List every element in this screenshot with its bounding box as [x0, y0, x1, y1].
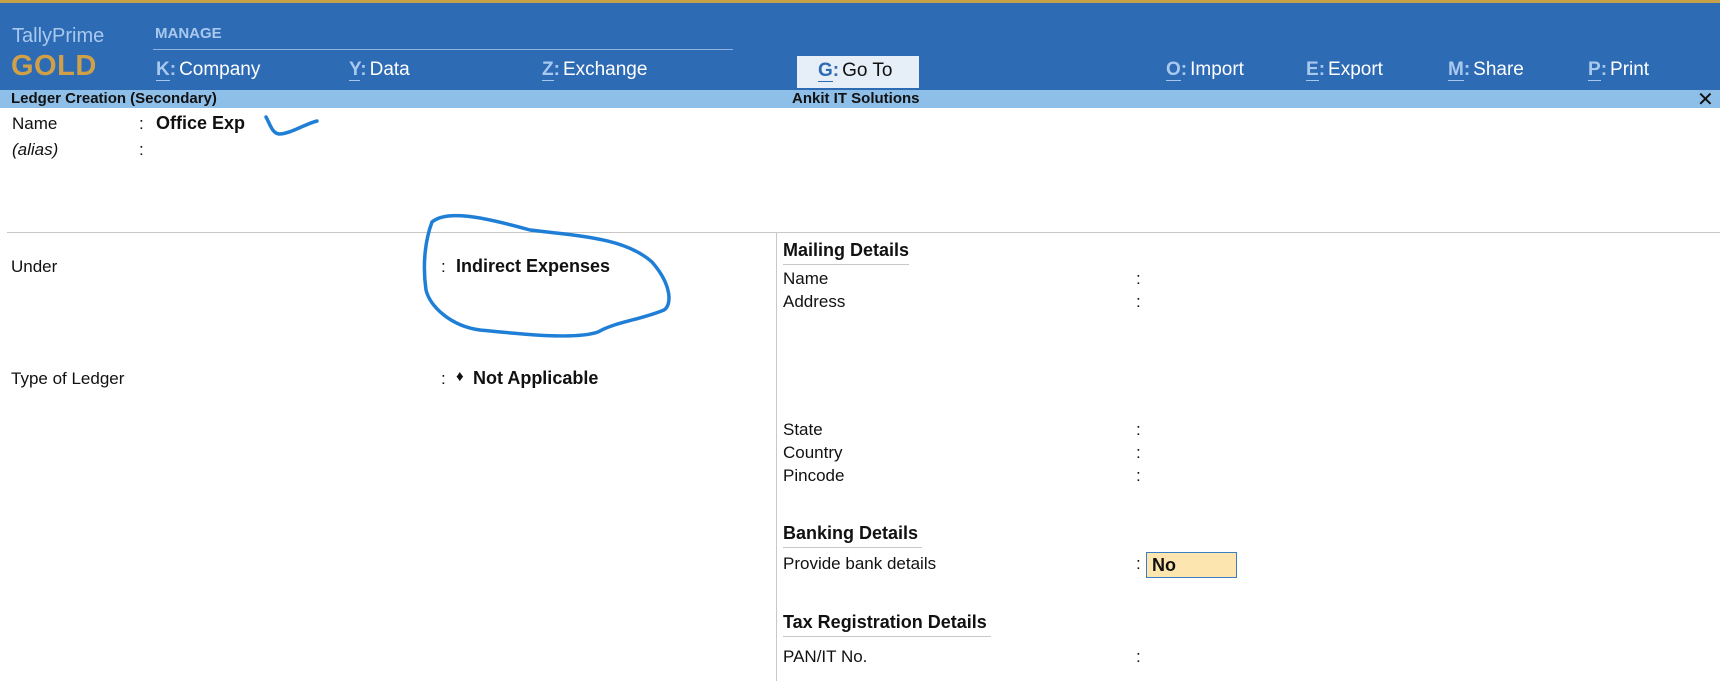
- menu-company-key: K: [156, 59, 170, 81]
- menu-data-key: Y: [349, 59, 361, 81]
- menu-export-label: Export: [1328, 59, 1383, 80]
- type-of-ledger-colon: :: [441, 369, 446, 388]
- banking-details-heading: Banking Details: [783, 523, 923, 548]
- mailing-country-colon: :: [1136, 443, 1141, 462]
- menu-print[interactable]: P: Print: [1588, 59, 1649, 87]
- menu-print-label: Print: [1610, 59, 1650, 80]
- manage-divider: [153, 49, 733, 50]
- menu-import-key: O: [1166, 59, 1181, 81]
- product-edition: GOLD: [11, 50, 97, 82]
- menu-data-label: Data: [369, 59, 410, 80]
- menu-exchange-label: Exchange: [562, 59, 648, 80]
- pan-it-no-label: PAN/IT No.: [783, 647, 868, 666]
- menu-exchange-key: Z: [542, 59, 554, 81]
- mailing-country-label: Country: [783, 443, 843, 462]
- menu-company[interactable]: K: Company: [156, 59, 260, 87]
- provide-bank-details-field[interactable]: No: [1146, 552, 1237, 578]
- column-divider: [776, 233, 777, 681]
- product-name: TallyPrime: [12, 25, 105, 47]
- form-title: Ledger Creation (Secondary): [11, 90, 217, 107]
- provide-bank-details-label: Provide bank details: [783, 554, 937, 573]
- menu-data[interactable]: Y: Data: [349, 59, 410, 87]
- mailing-state-colon: :: [1136, 420, 1141, 439]
- provide-bank-details-colon: :: [1136, 554, 1141, 573]
- menu-import-label: Import: [1190, 59, 1244, 80]
- company-name: Ankit IT Solutions: [792, 90, 920, 107]
- menu-import[interactable]: O: Import: [1166, 59, 1244, 87]
- alias-colon: :: [139, 140, 144, 159]
- top-menu-bar: TallyPrime GOLD MANAGE K: Company Y: Data …: [0, 0, 1720, 90]
- mailing-pincode-label: Pincode: [783, 466, 845, 485]
- alias-field[interactable]: [156, 140, 656, 160]
- menu-export-key: E: [1306, 59, 1319, 81]
- screen-title-bar: Ledger Creation (Secondary) Ankit IT Sol…: [0, 89, 1720, 111]
- go-to-key: G: [818, 60, 833, 82]
- menu-share[interactable]: M: Share: [1448, 59, 1524, 87]
- pan-it-no-colon: :: [1136, 647, 1141, 666]
- close-icon[interactable]: ✕: [1697, 87, 1714, 112]
- name-field[interactable]: Office Exp: [156, 113, 245, 134]
- name-colon: :: [139, 114, 144, 133]
- tax-registration-heading: Tax Registration Details: [783, 612, 991, 637]
- type-of-ledger-field[interactable]: Not Applicable: [473, 368, 598, 389]
- checkmark-annotation: [264, 115, 319, 136]
- menu-company-label: Company: [179, 59, 261, 80]
- mailing-address-label: Address: [783, 292, 846, 311]
- mailing-details-heading: Mailing Details: [783, 240, 910, 265]
- form-divider: [7, 232, 1720, 233]
- mailing-name-colon: :: [1136, 269, 1141, 288]
- under-label: Under: [11, 257, 58, 276]
- diamond-bullet-icon: ♦: [456, 368, 464, 385]
- mailing-name-label: Name: [783, 269, 829, 288]
- menu-share-label: Share: [1473, 59, 1524, 80]
- mailing-state-label: State: [783, 420, 823, 439]
- type-of-ledger-label: Type of Ledger: [11, 369, 125, 388]
- menu-print-key: P: [1588, 59, 1601, 81]
- menu-exchange[interactable]: Z: Exchange: [542, 59, 647, 87]
- under-colon: :: [441, 257, 446, 276]
- under-field[interactable]: Indirect Expenses: [456, 256, 610, 277]
- mailing-address-colon: :: [1136, 292, 1141, 311]
- mailing-pincode-colon: :: [1136, 466, 1141, 485]
- go-to-button[interactable]: G: Go To: [797, 56, 919, 88]
- manage-section-label: MANAGE: [155, 25, 222, 42]
- name-label: Name: [12, 114, 58, 133]
- menu-export[interactable]: E: Export: [1306, 59, 1383, 87]
- alias-label: (alias): [12, 140, 59, 159]
- go-to-label: Go To: [842, 60, 893, 81]
- menu-share-key: M: [1448, 59, 1464, 81]
